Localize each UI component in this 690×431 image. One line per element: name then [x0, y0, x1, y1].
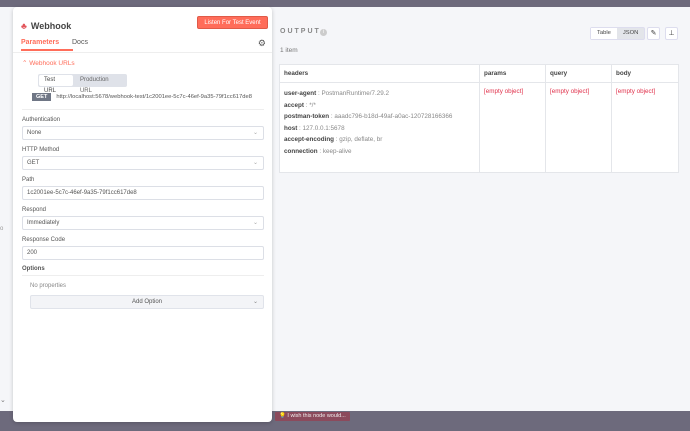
table-view-button[interactable]: Table: [591, 28, 617, 39]
feedback-label: I wish this node would...: [287, 413, 346, 419]
add-option-label: Add Option: [131, 299, 163, 305]
http-method-label: HTTP Method: [22, 147, 60, 153]
json-view-button[interactable]: JSON: [617, 28, 644, 39]
header-entry: postman-token : aaadc796-b18d-49af-a0ac-…: [284, 113, 453, 121]
webhook-urls-label: Webhook URLs: [29, 60, 75, 67]
production-url-button[interactable]: Production URL: [75, 75, 126, 94]
output-table: headers params query body user-agent : P…: [279, 64, 679, 173]
header-entry: accept : */*: [284, 101, 316, 109]
pin-icon[interactable]: ⊥: [665, 27, 678, 40]
parameters-panel: ♣ Webhook Listen For Test Event Parameter…: [13, 7, 272, 422]
chevron-down-icon: ⌄: [252, 160, 258, 166]
table-row: user-agent : PostmanRuntime/7.29.2 accep…: [279, 82, 679, 173]
path-label: Path: [22, 177, 35, 183]
respond-label: Respond: [22, 207, 47, 213]
webhook-url[interactable]: http://localhost:5678/webhook-test/1c200…: [56, 94, 252, 100]
http-method-value: GET: [27, 160, 40, 166]
webhook-urls-toggle[interactable]: ⌃ Webhook URLs: [22, 59, 264, 67]
header-entry: connection : keep-alive: [284, 147, 352, 155]
header-entry: user-agent : PostmanRuntime/7.29.2: [284, 90, 390, 97]
chevron-down-icon: ⌄: [252, 130, 258, 136]
response-code-input[interactable]: 200: [22, 246, 264, 260]
respond-select[interactable]: Immediately ⌄: [22, 216, 264, 230]
body-cell: [empty object]: [611, 82, 679, 173]
output-title: OUTPUT: [280, 28, 321, 35]
lightbulb-icon: 💡: [279, 413, 286, 419]
response-code-label: Response Code: [22, 237, 66, 243]
authentication-label: Authentication: [22, 117, 61, 123]
pencil-icon[interactable]: ✎: [647, 27, 660, 40]
path-input[interactable]: 1c2001ee-5c7c-46ef-9a35-79f1cc617de8: [22, 186, 264, 200]
column-header: body: [611, 64, 679, 83]
tab-docs[interactable]: Docs: [72, 39, 88, 46]
item-count: 1 item: [280, 47, 298, 54]
feedback-button[interactable]: 💡 I wish this node would...: [275, 412, 350, 421]
method-badge: GET: [32, 93, 52, 101]
node-handle-icon: o: [0, 226, 4, 232]
chevron-down-icon: ⌄: [252, 220, 258, 226]
column-header: query: [545, 64, 612, 83]
info-icon[interactable]: i: [320, 29, 327, 36]
query-cell: [empty object]: [545, 82, 612, 173]
divider: [22, 109, 264, 110]
tab-parameters[interactable]: Parameters: [21, 39, 73, 51]
http-method-select[interactable]: GET ⌄: [22, 156, 264, 170]
listen-test-event-button[interactable]: Listen For Test Event: [197, 16, 268, 29]
test-url-button[interactable]: Test URL: [39, 75, 73, 94]
view-toggle: Table JSON: [590, 27, 646, 40]
respond-value: Immediately: [27, 220, 60, 226]
no-properties-text: No properties: [30, 283, 67, 289]
chevron-down-icon[interactable]: ⌄: [0, 396, 6, 404]
header-entry: accept-encoding : gzip, deflate, br: [284, 136, 383, 144]
tab-bar: Parameters Docs ⚙: [13, 34, 272, 53]
authentication-value: None: [27, 130, 42, 136]
authentication-select[interactable]: None ⌄: [22, 126, 264, 140]
headers-cell: user-agent : PostmanRuntime/7.29.2 accep…: [279, 82, 480, 173]
params-cell: [empty object]: [479, 82, 546, 173]
url-type-toggle: Test URL Production URL: [38, 74, 127, 94]
node-title-text: Webhook: [30, 21, 72, 31]
node-title: ♣ Webhook: [21, 21, 71, 31]
add-option-button[interactable]: Add Option ⌄: [30, 295, 264, 309]
chevron-down-icon: ⌄: [252, 299, 258, 305]
column-header: headers: [279, 64, 480, 83]
header-entry: host : 127.0.0.1:5678: [284, 124, 345, 132]
gear-icon[interactable]: ⚙: [258, 38, 266, 49]
webhook-icon: ♣: [21, 21, 27, 31]
column-header: params: [479, 64, 546, 83]
options-heading: Options: [22, 266, 264, 276]
